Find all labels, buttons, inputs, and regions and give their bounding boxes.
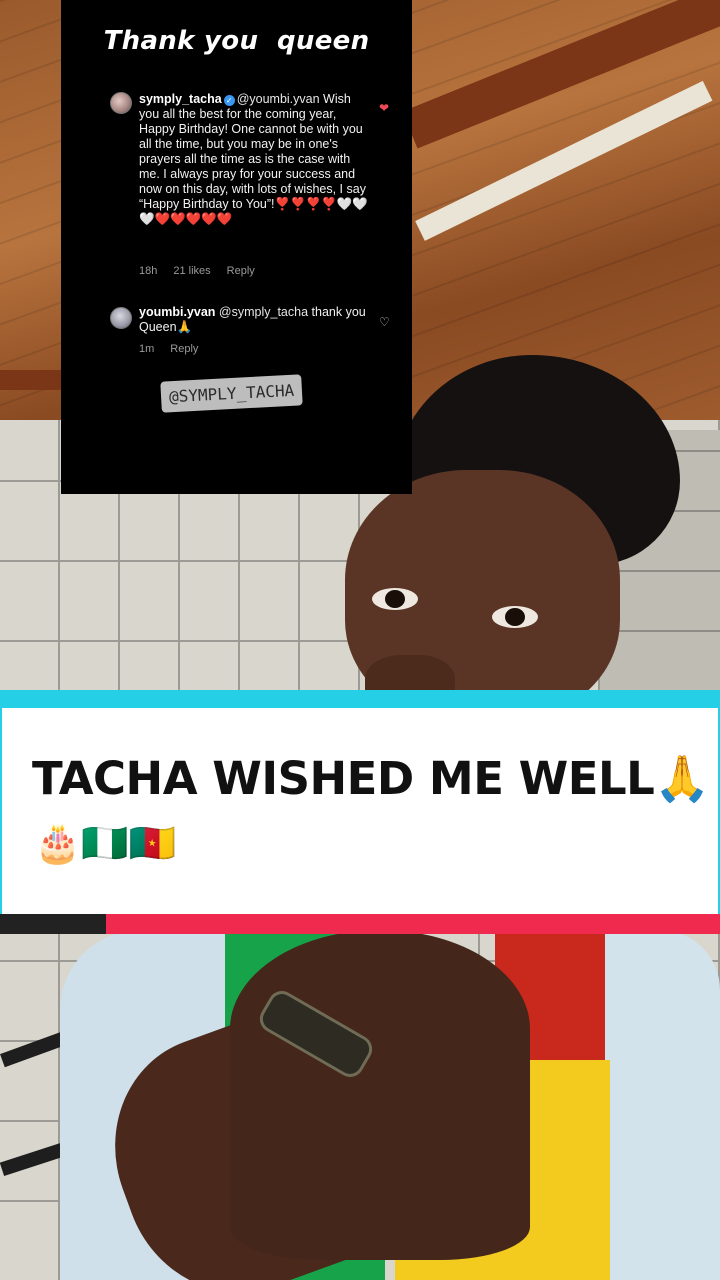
ceiling-beam-left [0, 370, 70, 390]
heart-outline-icon[interactable]: ♡ [379, 315, 390, 329]
caption-dark-strip [0, 914, 106, 934]
reply-button[interactable]: Reply [170, 343, 198, 355]
caption-headline: TACHA WISHED ME WELL🙏 [32, 752, 710, 805]
comment-username[interactable]: youmbi.yvan [139, 305, 215, 319]
comment-time: 1m [139, 343, 155, 355]
heart-filled-icon[interactable]: ❤ [379, 101, 389, 115]
person-hands-clasped [230, 930, 530, 1260]
comment-time: 18h [139, 265, 158, 277]
person-eye-left [372, 588, 418, 610]
comment-likes[interactable]: 21 likes [173, 265, 210, 277]
comment-text: Wish you all the best for the coming yea… [139, 92, 366, 211]
overlay-title: Thank you queen [103, 26, 370, 56]
caption-emoji-line: 🎂🇳🇬🇨🇲 [34, 823, 176, 865]
comment-meta: 1m Reply [139, 343, 214, 355]
comment-username[interactable]: symply_tacha [139, 92, 222, 106]
avatar[interactable] [110, 307, 132, 329]
caption-box [2, 708, 718, 914]
comment-mention[interactable]: @youmbi.yvan [237, 92, 320, 106]
comment-youmbi-yvan: youmbi.yvan @symply_tacha thank you Quee… [139, 305, 369, 335]
comment-symply-tacha: symply_tacha ✓ @youmbi.yvan Wish you all t… [139, 92, 369, 227]
comment-mention[interactable]: @symply_tacha [219, 305, 308, 319]
caption-red-strip [106, 914, 720, 934]
verified-badge-icon: ✓ [223, 95, 235, 106]
comment-meta: 18h 21 likes Reply [139, 265, 271, 277]
comment-screenshot-overlay: Thank you queen symply_tacha ✓ @youmbi.yva… [61, 0, 412, 494]
handle-sticker: @SYMPLY_TACHA [160, 374, 303, 413]
reply-button[interactable]: Reply [227, 265, 255, 277]
avatar[interactable] [110, 92, 132, 114]
person-eye-right [492, 606, 538, 628]
